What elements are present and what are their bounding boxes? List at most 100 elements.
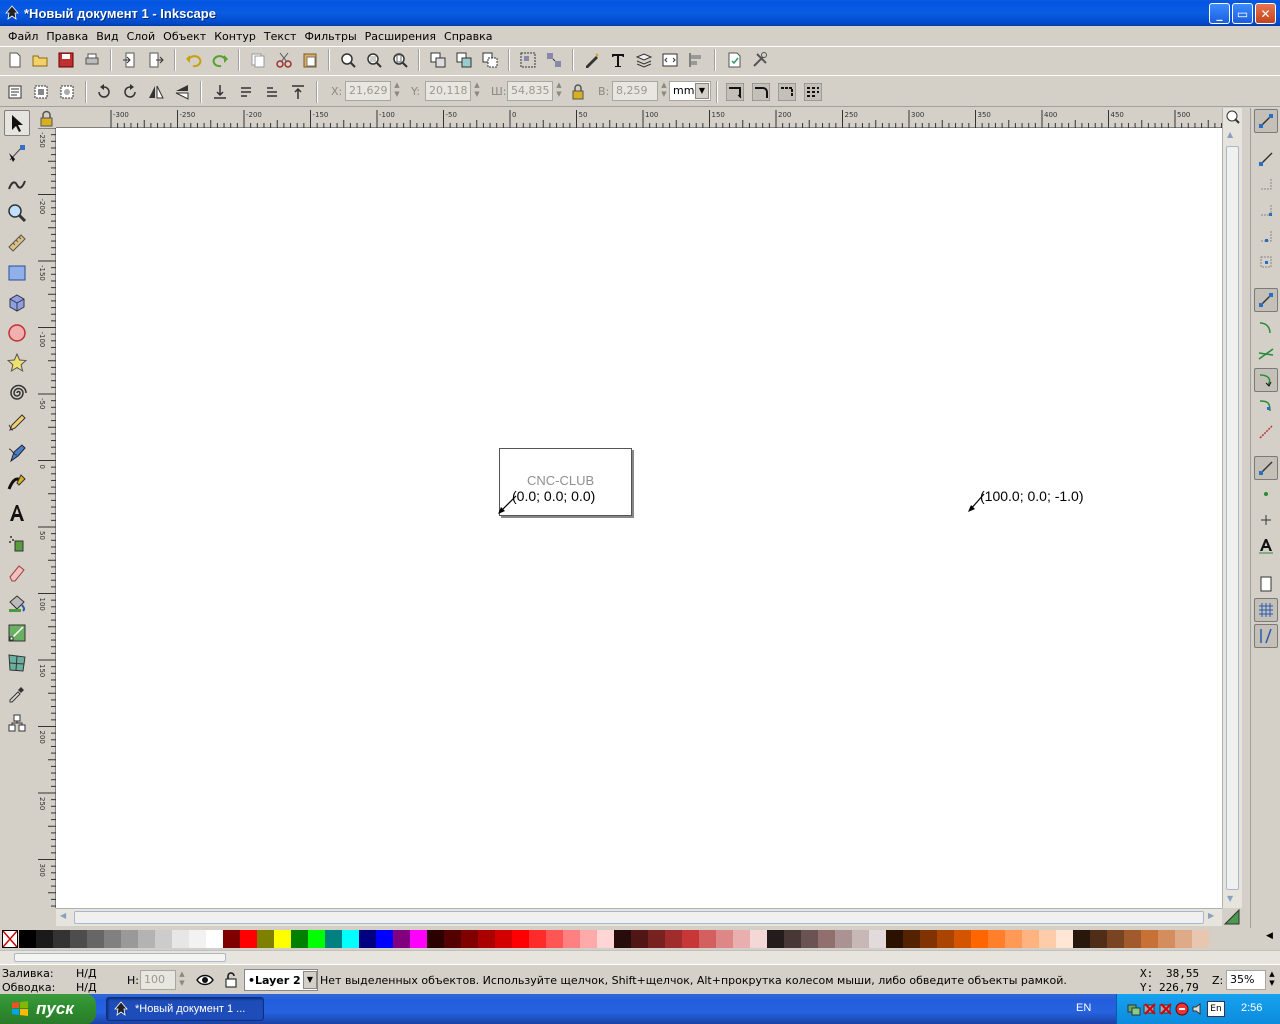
color-swatch[interactable] [274,930,291,948]
color-swatch[interactable] [87,930,104,948]
print-icon[interactable] [83,51,101,69]
gradient-tool[interactable] [4,620,30,646]
color-swatch[interactable] [665,930,682,948]
ellipse-tool[interactable] [4,320,30,346]
color-swatch[interactable] [852,930,869,948]
y-spinner[interactable]: ▲ ▼ [472,81,482,101]
open-folder-icon[interactable] [31,51,49,69]
rotate-cw-icon[interactable] [121,83,139,101]
raise-icon[interactable] [263,83,281,101]
scale-corners-icon[interactable] [752,83,770,101]
color-swatch[interactable] [291,930,308,948]
color-swatch[interactable] [818,930,835,948]
color-swatch[interactable] [257,930,274,948]
color-swatch[interactable] [580,930,597,948]
color-swatch[interactable] [1056,930,1073,948]
rotate-ccw-icon[interactable] [95,83,113,101]
select-all-layers-icon[interactable] [32,83,50,101]
flip-vertical-icon[interactable] [173,83,191,101]
menu-extensions[interactable]: Расширения [361,30,440,43]
lower-icon[interactable] [237,83,255,101]
palette-menu-arrow-icon[interactable]: ◀ [1266,931,1273,941]
menu-text[interactable]: Текст [260,30,301,43]
unit-select[interactable]: mm ▼ [669,81,711,101]
tweak-tool[interactable] [4,170,30,196]
color-swatch[interactable] [1124,930,1141,948]
node-tool[interactable] [4,140,30,166]
deselect-icon[interactable] [58,83,76,101]
color-swatch[interactable] [240,930,257,948]
color-swatch[interactable] [461,930,478,948]
color-swatch[interactable] [716,930,733,948]
connector-tool[interactable] [4,710,30,736]
pencil-tool[interactable] [4,410,30,436]
color-swatch[interactable] [750,930,767,948]
layer-lock-icon[interactable] [223,971,239,989]
flip-horizontal-icon[interactable] [147,83,165,101]
menu-help[interactable]: Справка [440,30,496,43]
duplicate-icon[interactable] [429,51,447,69]
snap-others-button[interactable] [1254,456,1278,480]
scale-stroke-icon[interactable] [726,83,744,101]
zoom-field[interactable]: 35% [1226,970,1266,990]
3d-box-tool[interactable] [4,290,30,316]
zoom-correction-icon[interactable] [1225,109,1241,125]
color-swatch[interactable] [121,930,138,948]
color-swatch[interactable] [1073,930,1090,948]
snap-cusp-nodes-button[interactable] [1254,368,1278,392]
scroll-right-arrow-icon[interactable]: ▶ [1208,911,1214,920]
snap-nodes-button[interactable] [1254,288,1278,312]
color-swatch[interactable] [1175,930,1192,948]
color-swatch[interactable] [495,930,512,948]
ungroup-icon[interactable] [545,51,563,69]
snap-intersections-button[interactable] [1254,342,1278,366]
color-swatch[interactable] [869,930,886,948]
color-swatch[interactable] [784,930,801,948]
zoom-drawing-icon[interactable] [365,51,383,69]
stroke-value[interactable]: Н/Д [76,981,97,994]
vertical-ruler[interactable]: -250 -200 -150 -100 -50 0 50 100 150 200 250 300 [36,128,56,908]
measure-tool[interactable] [4,230,30,256]
color-swatch[interactable] [1107,930,1124,948]
lock-icon[interactable] [569,83,587,101]
color-swatch[interactable] [801,930,818,948]
color-swatch[interactable] [1158,930,1175,948]
select-all-icon[interactable] [6,83,24,101]
menu-object[interactable]: Объект [159,30,210,43]
lock-guides-icon[interactable] [38,110,56,128]
xml-editor-icon[interactable] [661,51,679,69]
color-swatch[interactable] [342,930,359,948]
color-swatch[interactable] [648,930,665,948]
tray-network-disconnected-icon[interactable] [1143,1002,1157,1016]
drawing-canvas[interactable]: CNC-CLUB (0.0; 0.0; 0.0) (100.0; 0.0; -1… [56,128,1222,908]
palette-scroll-thumb[interactable] [14,953,226,962]
color-swatch[interactable] [512,930,529,948]
color-swatch[interactable] [988,930,1005,948]
new-document-icon[interactable] [6,51,24,69]
keyboard-layout-indicator[interactable]: En [1207,1001,1225,1017]
color-swatch[interactable] [682,930,699,948]
color-swatch[interactable] [971,930,988,948]
y-field[interactable]: 20,118 [425,81,471,101]
color-swatch[interactable] [767,930,784,948]
spray-tool[interactable] [4,530,30,556]
tray-network-icon[interactable] [1127,1002,1141,1016]
color-swatch[interactable] [886,930,903,948]
redo-icon[interactable] [211,51,229,69]
opacity-field[interactable]: 100 [140,970,176,990]
color-swatch[interactable] [954,930,971,948]
snap-toggle-button[interactable] [1254,109,1278,133]
eraser-tool[interactable] [4,560,30,586]
tray-volume-icon[interactable] [1191,1002,1205,1016]
unlink-clone-icon[interactable] [481,51,499,69]
taskbar-inkscape-window[interactable]: *Новый документ 1 ... [106,997,264,1021]
maximize-button[interactable]: ▭ [1232,3,1253,24]
color-swatch[interactable] [1141,930,1158,948]
horizontal-ruler[interactable]: -300 -250 -200 -150 -100 -50 0 50 100 150 200 250 30… [56,108,1222,128]
paint-bucket-tool[interactable] [4,590,30,616]
minimize-button[interactable]: _ [1209,3,1230,24]
x-field[interactable]: 21,629 [345,81,391,101]
scroll-up-arrow-icon[interactable]: ▲ [1227,130,1233,139]
snap-midpoints-button[interactable] [1254,420,1278,444]
color-swatch[interactable] [36,930,53,948]
